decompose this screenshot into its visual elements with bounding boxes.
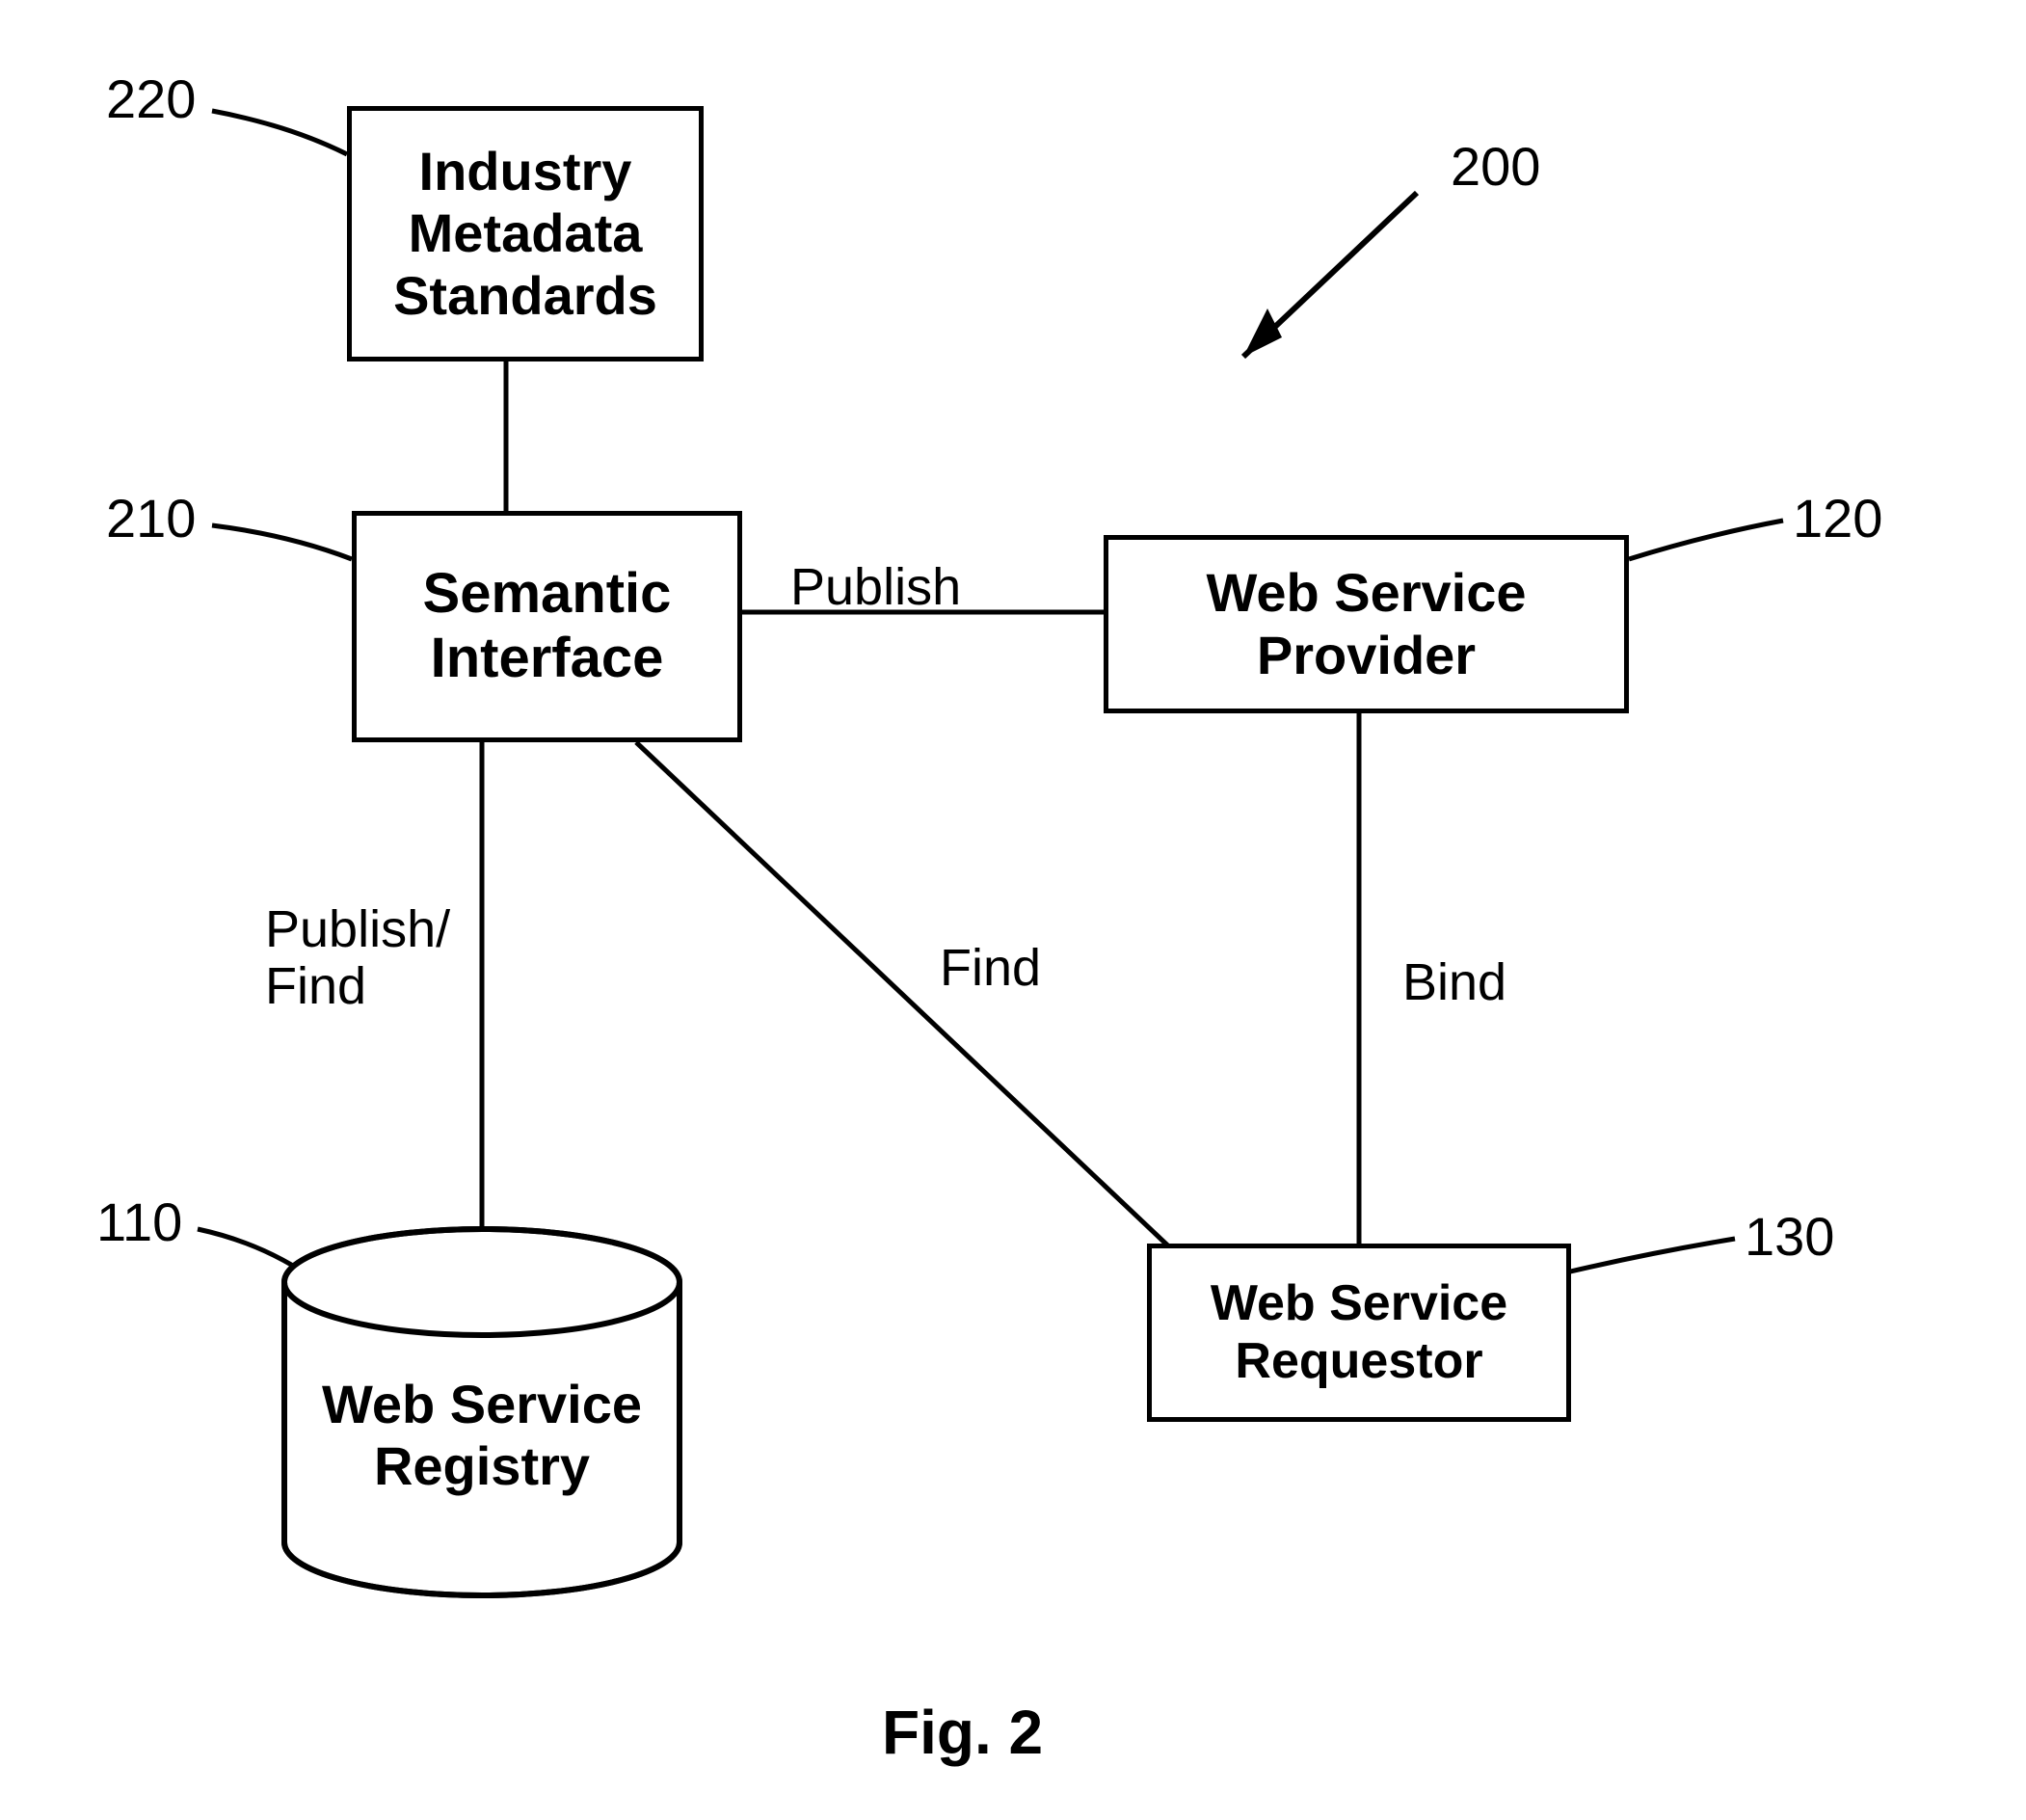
node-label: Industry Metadata Standards	[393, 141, 657, 327]
node-semantic-interface: Semantic Interface	[352, 511, 742, 742]
edge-label-bind: Bind	[1402, 954, 1506, 1011]
node-industry-metadata-standards: Industry Metadata Standards	[347, 106, 704, 361]
node-web-service-registry: Web Service Registry	[284, 1229, 680, 1595]
node-web-service-requestor: Web Service Requestor	[1147, 1244, 1571, 1422]
node-label: Web Service Registry	[284, 1374, 680, 1498]
ref-200: 200	[1451, 135, 1540, 198]
node-label: Web Service Provider	[1206, 562, 1526, 686]
ref-210: 210	[106, 487, 196, 549]
ref-130: 130	[1745, 1205, 1834, 1268]
edge-label-find: Find	[940, 940, 1041, 997]
node-label: Semantic Interface	[423, 562, 672, 690]
edge-label-publish-find: Publish/ Find	[265, 901, 450, 1016]
ref-120: 120	[1793, 487, 1882, 549]
diagram-canvas: Industry Metadata Standards 220 Semantic…	[0, 0, 2026, 1820]
figure-caption: Fig. 2	[882, 1697, 1043, 1768]
ref-110: 110	[96, 1191, 182, 1253]
node-web-service-provider: Web Service Provider	[1104, 535, 1629, 713]
edge-label-publish: Publish	[790, 559, 961, 616]
ref-220: 220	[106, 67, 196, 130]
node-label: Web Service Requestor	[1211, 1275, 1507, 1391]
